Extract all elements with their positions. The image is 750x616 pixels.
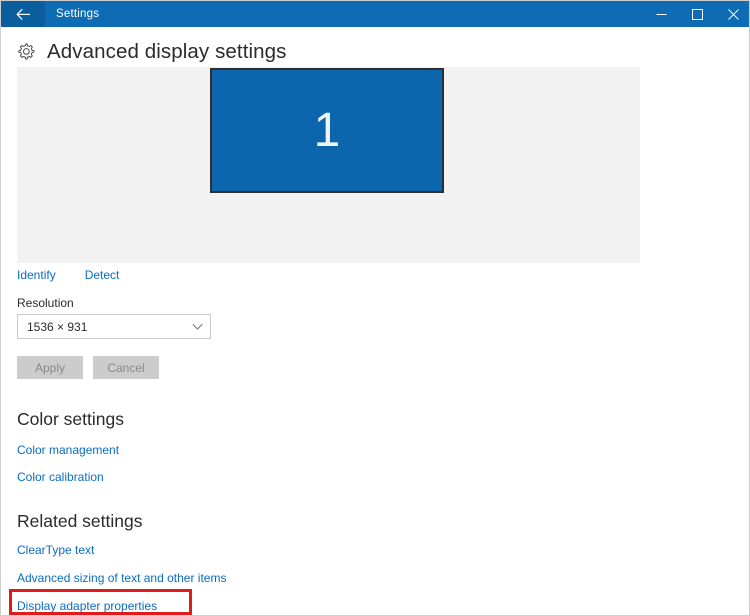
resolution-value: 1536 × 931: [27, 319, 88, 334]
resolution-label: Resolution: [17, 296, 74, 310]
title-bar: Settings: [1, 1, 749, 27]
display-actions-row: Identify Detect: [17, 267, 119, 283]
advanced-sizing-link[interactable]: Advanced sizing of text and other items: [17, 570, 226, 586]
window-title: Settings: [56, 8, 100, 20]
maximize-button[interactable]: [679, 1, 715, 27]
close-icon: [727, 8, 739, 20]
back-button[interactable]: [1, 1, 45, 27]
monitor-number-label: 1: [313, 103, 341, 157]
page-header: Advanced display settings: [15, 37, 287, 67]
close-button[interactable]: [715, 1, 749, 27]
detect-link[interactable]: Detect: [85, 267, 120, 283]
page-title: Advanced display settings: [47, 39, 287, 63]
color-settings-heading: Color settings: [17, 409, 124, 429]
monitor-1[interactable]: 1: [210, 68, 444, 193]
back-arrow-icon: [15, 8, 31, 21]
minimize-icon: [656, 9, 667, 20]
apply-button[interactable]: Apply: [17, 356, 83, 379]
identify-link[interactable]: Identify: [17, 267, 56, 283]
color-management-link[interactable]: Color management: [17, 442, 119, 458]
title-bar-spacer: [99, 1, 643, 27]
cleartype-text-link[interactable]: ClearType text: [17, 542, 94, 558]
related-settings-heading: Related settings: [17, 511, 143, 531]
color-calibration-link[interactable]: Color calibration: [17, 469, 104, 485]
gear-icon: [15, 41, 37, 63]
resolution-select[interactable]: 1536 × 931: [17, 314, 211, 339]
action-buttons: Apply Cancel: [17, 356, 159, 379]
display-preview-panel: 1: [17, 67, 640, 263]
maximize-icon: [691, 8, 703, 20]
display-adapter-properties-link[interactable]: Display adapter properties: [17, 598, 157, 614]
cancel-button[interactable]: Cancel: [93, 356, 159, 379]
settings-window: Settings Advanced display settings 1 Ide…: [0, 0, 750, 616]
chevron-down-icon: [184, 323, 210, 331]
window-controls: [643, 1, 749, 27]
minimize-button[interactable]: [643, 1, 679, 27]
